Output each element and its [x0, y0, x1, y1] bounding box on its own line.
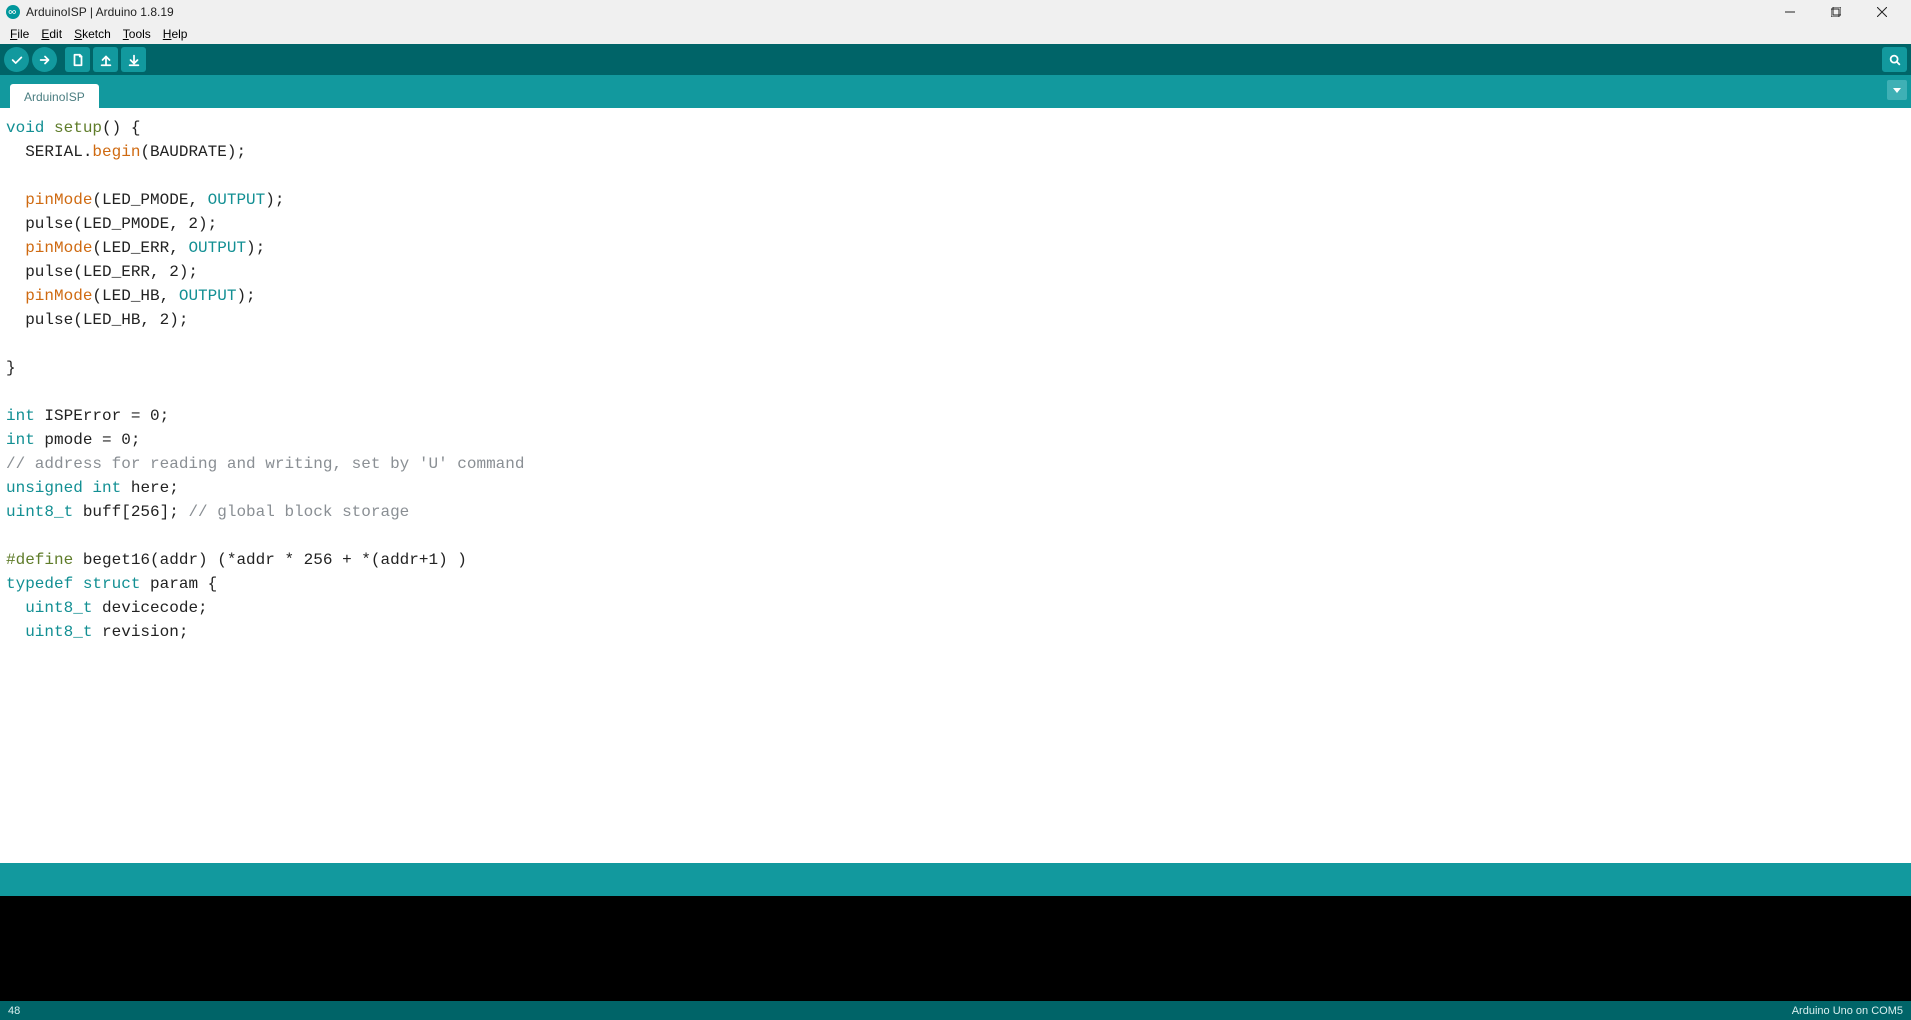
- menu-help[interactable]: Help: [157, 25, 194, 43]
- maximize-button[interactable]: [1813, 0, 1859, 23]
- close-button[interactable]: [1859, 0, 1905, 23]
- menubar: File Edit Sketch Tools Help: [0, 23, 1911, 44]
- save-sketch-button[interactable]: [121, 47, 146, 72]
- menu-edit[interactable]: Edit: [35, 25, 68, 43]
- verify-button[interactable]: [4, 47, 29, 72]
- arduino-ide-window: ArduinoISP | Arduino 1.8.19 File Edit Sk…: [0, 0, 1911, 1020]
- menu-file[interactable]: File: [4, 25, 35, 43]
- code-editor[interactable]: void setup() { SERIAL.begin(BAUDRATE); p…: [0, 108, 1911, 863]
- open-sketch-button[interactable]: [93, 47, 118, 72]
- window-title: ArduinoISP | Arduino 1.8.19: [26, 5, 1767, 19]
- toolbar: [0, 44, 1911, 75]
- arduino-logo-icon: [6, 5, 20, 19]
- tab-arduinoisp[interactable]: ArduinoISP: [10, 84, 99, 108]
- message-bar: [0, 863, 1911, 896]
- tabstrip: ArduinoISP: [0, 75, 1911, 108]
- menu-tools[interactable]: Tools: [117, 25, 157, 43]
- titlebar: ArduinoISP | Arduino 1.8.19: [0, 0, 1911, 23]
- minimize-button[interactable]: [1767, 0, 1813, 23]
- console-output[interactable]: [0, 896, 1911, 1001]
- new-sketch-button[interactable]: [65, 47, 90, 72]
- board-port-label: Arduino Uno on COM5: [1792, 1005, 1903, 1017]
- cursor-line-number: 48: [8, 1005, 20, 1017]
- statusbar: 48 Arduino Uno on COM5: [0, 1001, 1911, 1020]
- menu-sketch[interactable]: Sketch: [68, 25, 117, 43]
- upload-button[interactable]: [32, 47, 57, 72]
- tab-menu-button[interactable]: [1887, 80, 1907, 100]
- serial-monitor-button[interactable]: [1882, 47, 1907, 72]
